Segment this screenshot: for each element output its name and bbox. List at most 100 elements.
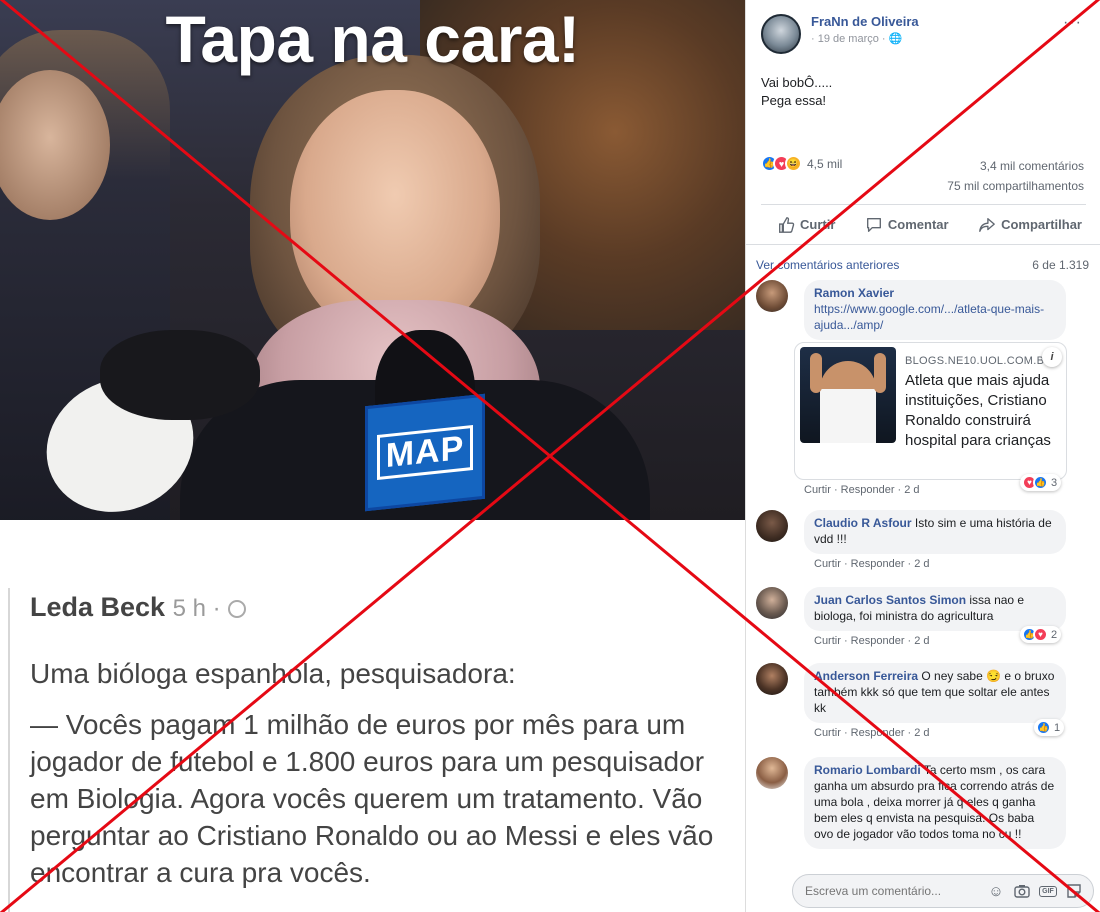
link-source: BLOGS.NE10.UOL.COM.BR: [905, 355, 1053, 367]
sticker-icon[interactable]: [1065, 882, 1083, 900]
comment-bubble: Juan Carlos Santos Simon issa nao e biol…: [804, 587, 1066, 631]
comment-bubble: Ramon Xavier https://www.google.com/.../…: [804, 280, 1066, 340]
map-logo-text: MAP: [376, 424, 474, 481]
reactions-count: 4,5 mil: [807, 156, 843, 171]
globe-icon: 🌐: [888, 33, 903, 45]
comment-meta[interactable]: Curtir · Responder · 2 d: [814, 727, 1066, 739]
commenter-name[interactable]: Claudio R Asfour: [814, 516, 912, 530]
comments-count[interactable]: 3,4 mil comentários: [947, 156, 1084, 176]
quoted-text-line1: Uma bióloga espanhola, pesquisadora:: [30, 658, 516, 689]
comment-bubble: Anderson Ferreira O ney sabe 😏 e o bruxo…: [804, 663, 1066, 723]
emoji-icon[interactable]: ☺: [987, 882, 1005, 900]
love-reaction-icon: ♥: [1033, 627, 1048, 642]
info-icon[interactable]: i: [1042, 347, 1062, 367]
link-thumbnail: [800, 347, 896, 443]
quoted-author: Leda Beck: [30, 592, 166, 622]
link-preview-card[interactable]: BLOGS.NE10.UOL.COM.BR Atleta que mais aj…: [794, 342, 1067, 480]
gif-icon-label: GIF: [1039, 885, 1057, 897]
comment-reactions[interactable]: ♥ 👍 3: [1020, 474, 1062, 491]
comment-body: Romario Lombardi Ta certo msm , os cara …: [804, 757, 1066, 849]
commenter-name[interactable]: Anderson Ferreira: [814, 669, 918, 683]
comment-body: Anderson Ferreira O ney sabe 😏 e o bruxo…: [804, 663, 1066, 739]
comment-link[interactable]: https://www.google.com/.../atleta-que-ma…: [814, 301, 1056, 333]
share-icon: [979, 217, 995, 232]
comment-item: Romario Lombardi Ta certo msm , os cara …: [756, 757, 1066, 849]
comment-reaction-count: 1: [1054, 721, 1061, 734]
author-name[interactable]: FraNn de Oliveira: [811, 14, 919, 29]
comment-body: Claudio R Asfour Isto sim e uma história…: [804, 510, 1066, 570]
comment-reaction-count: 2: [1051, 628, 1058, 641]
comment-button[interactable]: Comentar: [865, 216, 949, 234]
commenter-avatar[interactable]: [756, 280, 788, 312]
comment-bubble: Romario Lombardi Ta certo msm , os cara …: [804, 757, 1066, 849]
post-header: FraNn de Oliveira · 19 de março · 🌐: [761, 14, 919, 54]
man-face: [0, 70, 110, 220]
comment-reactions[interactable]: 👍 ♥ 2: [1020, 626, 1062, 643]
post-text-line2: Pega essa!: [761, 93, 827, 108]
player-figure: [820, 361, 876, 443]
author-info: FraNn de Oliveira · 19 de março · 🌐: [811, 14, 919, 54]
comment-composer[interactable]: ☺ GIF: [792, 874, 1094, 908]
post-date[interactable]: · 19 de março · 🌐: [811, 32, 919, 45]
like-reaction-icon: 👍: [1033, 475, 1048, 490]
quote-bar: [8, 588, 10, 912]
comment-meta[interactable]: Curtir · Responder · 2 d: [804, 484, 920, 496]
commenter-name[interactable]: Juan Carlos Santos Simon: [814, 593, 966, 607]
view-previous-comments-link[interactable]: Ver comentários anteriores: [756, 258, 899, 272]
thumbs-up-icon: [779, 216, 795, 233]
globe-icon: [228, 600, 247, 618]
like-reaction-icon: 👍: [1036, 720, 1051, 735]
comment-meta[interactable]: Curtir · Responder · 2 d: [814, 558, 1066, 570]
commenter-avatar[interactable]: [756, 587, 788, 619]
comment-reactions[interactable]: 👍 1: [1034, 719, 1065, 736]
share-label: Compartilhar: [1001, 217, 1082, 232]
press-photo: MAP Tapa na cara!: [0, 0, 745, 520]
commenter-name[interactable]: Ramon Xavier: [814, 285, 1056, 301]
quoted-text-body: — Vocês pagam 1 milhão de euros por mês …: [30, 709, 714, 888]
comment-item: Anderson Ferreira O ney sabe 😏 e o bruxo…: [756, 663, 1066, 739]
share-button[interactable]: Compartilhar: [978, 216, 1082, 234]
commenter-avatar[interactable]: [756, 663, 788, 695]
post-date-text: · 19 de março ·: [811, 33, 886, 45]
camera-icon[interactable]: [1013, 882, 1031, 900]
comment-bubble: Claudio R Asfour Isto sim e uma história…: [804, 510, 1066, 554]
post-reactions[interactable]: 👍 ♥ 😆 4,5 mil: [761, 155, 842, 172]
player-arm-left: [810, 353, 822, 393]
quoted-meta: 5 h ·: [172, 595, 221, 622]
comment-item: Juan Carlos Santos Simon issa nao e biol…: [756, 587, 1066, 647]
map-mic-badge: MAP: [365, 393, 485, 512]
author-avatar[interactable]: [761, 14, 801, 54]
post-text-line1: Vai bobÔ.....: [761, 75, 833, 90]
quoted-post: Leda Beck 5 h · Uma bióloga espanhola, p…: [0, 520, 745, 912]
microphone-black: [100, 330, 260, 420]
commenter-avatar[interactable]: [756, 510, 788, 542]
commenter-name[interactable]: Romario Lombardi: [814, 763, 921, 777]
post-stats: 3,4 mil comentários 75 mil compartilhame…: [947, 156, 1084, 196]
more-options-icon[interactable]: ···: [1063, 14, 1082, 32]
comment-label: Comentar: [887, 217, 949, 232]
quoted-post-header: Leda Beck 5 h ·: [30, 592, 247, 623]
facebook-post-panel: FraNn de Oliveira · 19 de março · 🌐 ··· …: [745, 0, 1100, 912]
player-arm-right: [874, 353, 886, 393]
gif-icon[interactable]: GIF: [1039, 882, 1057, 900]
meme-headline: Tapa na cara!: [165, 2, 580, 76]
comments-counter: 6 de 1.319: [1032, 258, 1089, 272]
post-text: Vai bobÔ..... Pega essa!: [761, 74, 832, 110]
comment-item: Ramon Xavier https://www.google.com/.../…: [756, 280, 1066, 340]
comment-input[interactable]: [805, 884, 987, 898]
comment-reaction-count: 3: [1051, 476, 1058, 489]
comments-header: Ver comentários anteriores 6 de 1.319: [756, 258, 1089, 272]
like-button[interactable]: Curtir: [777, 216, 835, 234]
post-actions: Curtir Comentar Compartilhar: [761, 204, 1086, 244]
haha-reaction-icon: 😆: [785, 155, 802, 172]
meme-image: MAP Tapa na cara! Leda Beck 5 h · Uma bi…: [0, 0, 745, 912]
comment-body: Ramon Xavier https://www.google.com/.../…: [804, 280, 1066, 340]
like-label: Curtir: [800, 217, 836, 232]
divider: [746, 244, 1100, 245]
composer-icons: ☺ GIF: [987, 882, 1083, 900]
link-title: Atleta que mais ajuda instituições, Cris…: [905, 372, 1051, 449]
shares-count[interactable]: 75 mil compartilhamentos: [947, 176, 1084, 196]
comment-icon: [866, 217, 881, 232]
commenter-avatar[interactable]: [756, 757, 788, 789]
comment-item: Claudio R Asfour Isto sim e uma história…: [756, 510, 1066, 570]
